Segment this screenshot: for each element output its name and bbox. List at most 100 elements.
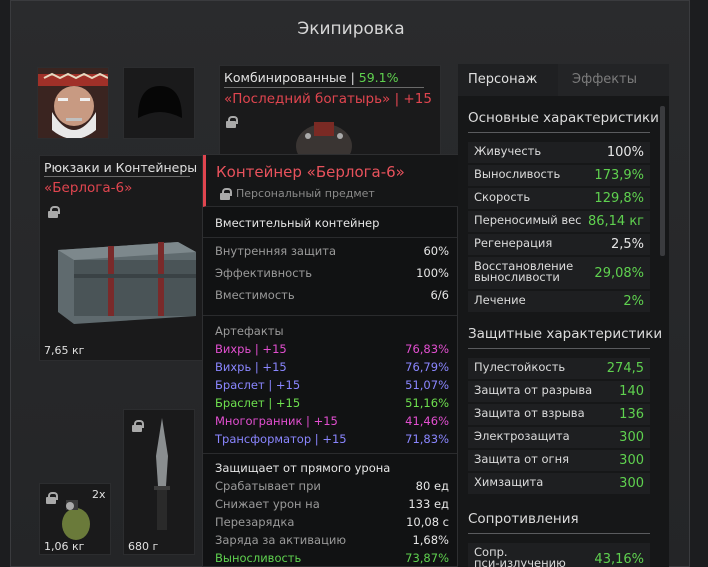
stat-row-label: Защита от взрыва xyxy=(474,406,585,420)
stat-row-label: Переносимый вес xyxy=(474,213,582,227)
stat-row: Выносливость 173,9% xyxy=(468,165,650,186)
stat-row-value: 2% xyxy=(623,294,644,309)
stat-row: Пулестойкость 274,5 xyxy=(468,358,650,379)
protection-row: Срабатывает при 80 ед xyxy=(215,476,449,496)
artifact-row-value: 76,83% xyxy=(405,342,449,356)
grenade-weight: 1,06 кг xyxy=(44,540,85,553)
tooltip-prop-row: Внутренняя защита 60% xyxy=(215,241,449,261)
defense-stats-title: Защитные характеристики xyxy=(468,326,663,342)
artifact-row-value: 51,16% xyxy=(405,396,449,410)
knife-icon xyxy=(154,418,170,530)
protection-row-value: 80 ед xyxy=(415,479,449,493)
face-slot[interactable] xyxy=(37,67,109,139)
stat-row-value: 140 xyxy=(619,384,644,399)
stat-row: Живучесть 100% xyxy=(468,142,650,163)
tooltip-title: Контейнер «Берлога-6» xyxy=(216,163,405,181)
artifact-row: Многогранник | +15 41,46% xyxy=(215,411,449,431)
tooltip-prop-row-label: Эффективность xyxy=(215,266,313,280)
artifact-row-value: 76,79% xyxy=(405,360,449,374)
stat-row-value: 274,5 xyxy=(606,361,644,376)
artifact-row-label: Вихрь | +15 xyxy=(215,342,287,356)
container-icon xyxy=(58,242,196,324)
tooltip-subtitle: Персональный предмет xyxy=(236,187,375,200)
stat-row: Защита от разрыва 140 xyxy=(468,381,650,402)
helmet-icon xyxy=(138,86,182,118)
tab-character[interactable]: Персонаж xyxy=(458,64,558,96)
stat-row-label: Живучесть xyxy=(474,144,542,158)
tooltip-prop-row-value: 100% xyxy=(416,266,449,280)
stat-row-value: 136 xyxy=(619,407,644,422)
stat-row: Защита от взрыва 136 xyxy=(468,404,650,425)
artifact-row: Браслет | +15 51,07% xyxy=(215,375,449,395)
stat-row-value: 100% xyxy=(606,145,644,160)
protection-row-value: 133 ед xyxy=(408,497,449,511)
lock-icon xyxy=(226,116,238,128)
armor-type: Комбинированные | 59.1% xyxy=(224,70,399,85)
stat-row-label: Лечение xyxy=(474,293,526,307)
tooltip-row-endurance: Выносливость 73,87% xyxy=(215,551,449,565)
stat-row-label: Химзащита xyxy=(474,475,544,489)
stats-tabs: Персонаж Эффекты xyxy=(458,64,669,96)
stat-row: Защита от огня 300 xyxy=(468,450,650,471)
lock-icon xyxy=(220,188,232,200)
stat-row-value: 86,14 кг xyxy=(587,214,644,229)
main-stats-title: Основные характеристики xyxy=(468,110,659,126)
artifact-row-label: Браслет | +15 xyxy=(215,396,301,410)
stat-row-label: Регенерация xyxy=(474,236,553,250)
protection-title: Защищает от прямого урона xyxy=(215,461,391,475)
armor-slot[interactable]: Комбинированные | 59.1% «Последний богат… xyxy=(219,65,441,156)
container-weight: 7,65 кг xyxy=(44,344,85,357)
stat-row: Скорость 129,8% xyxy=(468,188,650,209)
tooltip-prop-row: Вместимость 6/6 xyxy=(215,285,449,305)
scrollbar[interactable] xyxy=(660,106,665,256)
stat-row: Переносимый вес 86,14 кг xyxy=(468,211,650,232)
container-name: «Берлога-6» xyxy=(44,180,133,196)
tooltip-prop-row-value: 60% xyxy=(423,244,449,258)
knife-weight: 680 г xyxy=(128,540,159,553)
stat-row-label: Скорость xyxy=(474,190,531,204)
tooltip-prop-row-label: Внутренняя защита xyxy=(215,244,337,258)
container-slot[interactable]: Рюкзаки и Контейнеры «Берлога-6» 7,65 кг xyxy=(39,155,209,361)
helmet-slot[interactable] xyxy=(123,67,195,139)
stats-panel: Персонаж Эффекты Основные характеристики… xyxy=(458,64,669,567)
artifact-row-value: 51,07% xyxy=(405,378,449,392)
protection-row-value: 10,08 с xyxy=(406,515,449,529)
stat-row-label: Электрозащита xyxy=(474,429,570,443)
stat-row-value: 43,16% xyxy=(594,552,644,567)
tab-effects[interactable]: Эффекты xyxy=(558,64,669,96)
tooltip-prop-row-label: Вместимость xyxy=(215,288,295,302)
knife-slot[interactable]: 680 г xyxy=(123,409,195,555)
protection-row-label: Срабатывает при xyxy=(215,479,321,493)
stat-row-value: 2,5% xyxy=(610,237,644,252)
lock-icon xyxy=(48,206,60,218)
lock-icon xyxy=(132,420,144,432)
grenade-slot[interactable]: 2x 1,06 кг xyxy=(39,483,111,555)
stat-row-value: 129,8% xyxy=(594,191,644,206)
protection-row: Заряда за активацию 1,68% xyxy=(215,530,449,550)
stat-row-label: Защита от разрыва xyxy=(474,383,593,397)
resist-stats-title: Сопротивления xyxy=(468,511,579,527)
stat-row-value: 173,9% xyxy=(594,168,644,183)
artifact-row-label: Вихрь | +15 xyxy=(215,360,287,374)
protection-row-label: Перезарядка xyxy=(215,515,295,529)
artifact-row: Вихрь | +15 76,79% xyxy=(215,357,449,377)
stat-row-label: Выносливость xyxy=(474,167,561,181)
protection-row: Снижает урон на 133 ед xyxy=(215,494,449,514)
stat-row-label: Защита от огня xyxy=(474,452,570,466)
tooltip-prop-row-value: 6/6 xyxy=(430,288,449,302)
stat-row-label: Сопр. пси-излучению xyxy=(474,545,566,567)
item-tooltip: Контейнер «Берлога-6» Персональный предм… xyxy=(202,154,459,567)
stat-row: Лечение 2% xyxy=(468,291,650,312)
stat-row-value: 300 xyxy=(619,430,644,445)
window-title: Экипировка xyxy=(297,19,405,39)
stat-row-value: 29,08% xyxy=(594,266,644,281)
grenade-icon xyxy=(62,500,90,540)
armor-name: «Последний богатырь» | +15 xyxy=(224,91,432,107)
protection-row-label: Заряда за активацию xyxy=(215,533,347,547)
character-portrait xyxy=(38,68,108,138)
artifact-row-label: Трансформатор | +15 xyxy=(215,432,347,446)
protection-row-value: 1,68% xyxy=(412,533,449,547)
tooltip-kind: Вместительный контейнер xyxy=(215,216,380,230)
stat-row: Сопр. пси-излучению 43,16% xyxy=(468,543,650,567)
artifact-row-label: Многогранник | +15 xyxy=(215,414,338,428)
